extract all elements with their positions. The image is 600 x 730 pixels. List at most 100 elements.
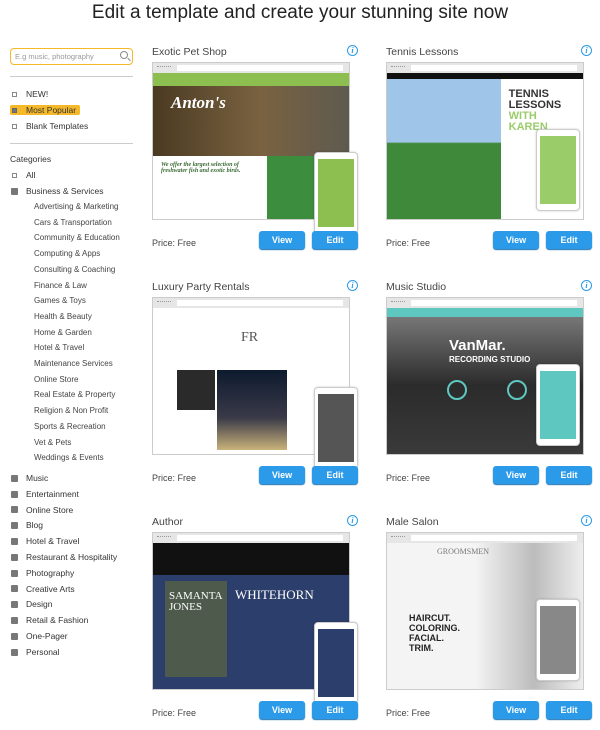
subcategory-item[interactable]: Real Estate & Property [34, 388, 115, 401]
expand-icon[interactable] [11, 490, 18, 498]
search-input[interactable]: E.g music, photography [10, 48, 133, 65]
subcategory-item[interactable]: Advertising & Marketing [34, 200, 118, 213]
expand-icon[interactable] [11, 506, 18, 514]
preview-tagline: We offer the largest selection of freshw… [153, 156, 267, 219]
subcategory-item[interactable]: Online Store [34, 373, 78, 386]
category-label: Design [26, 599, 53, 610]
info-icon[interactable]: i [581, 45, 592, 56]
category-label: Personal [26, 646, 60, 657]
expand-icon[interactable] [11, 585, 18, 593]
template-name: Author [152, 516, 183, 528]
edit-button[interactable]: Edit [546, 466, 592, 484]
category-item[interactable]: Design [10, 598, 52, 611]
info-icon[interactable]: i [347, 45, 358, 56]
category-label: Photography [26, 567, 75, 578]
preview-brand: GROOMSMEN [437, 547, 490, 556]
checkbox-icon [12, 172, 17, 178]
subcategory-item[interactable]: Sports & Recreation [34, 420, 106, 433]
subcategory-item[interactable]: Weddings & Events [34, 451, 104, 464]
mobile-preview [536, 364, 580, 446]
price-label: Price: Free [152, 708, 197, 718]
checkbox-icon [12, 107, 17, 113]
subcategory-item[interactable]: Vet & Pets [34, 436, 71, 449]
view-button[interactable]: View [493, 466, 539, 484]
category-item[interactable]: Retail & Fashion [10, 614, 88, 627]
preview-brand: FR [241, 330, 259, 345]
subcategory-item[interactable]: Games & Toys [34, 294, 86, 307]
expand-icon[interactable] [11, 601, 18, 609]
view-button[interactable]: View [493, 701, 539, 719]
expand-icon[interactable] [11, 616, 18, 624]
view-button[interactable]: View [259, 466, 305, 484]
subcategory-item[interactable]: Consulting & Coaching [34, 263, 115, 276]
subcategory-item[interactable]: Religion & Non Profit [34, 404, 108, 417]
filter-item[interactable]: Blank Templates [10, 120, 88, 133]
category-item[interactable]: Restaurant & Hospitality [10, 551, 117, 564]
expand-icon[interactable] [11, 522, 18, 530]
info-icon[interactable]: i [347, 280, 358, 291]
category-label: Creative Arts [26, 583, 75, 594]
browser-bar [387, 63, 583, 73]
subcategory-item[interactable]: Home & Garden [34, 326, 92, 339]
edit-button[interactable]: Edit [312, 466, 358, 484]
expand-icon[interactable] [11, 474, 18, 482]
price-label: Price: Free [152, 473, 197, 483]
subcategory-item[interactable]: Cars & Transportation [34, 216, 112, 229]
category-item[interactable]: Entertainment [10, 488, 79, 501]
subcategory-item[interactable]: Maintenance Services [34, 357, 113, 370]
category-item[interactable]: Online Store [10, 504, 73, 517]
mobile-preview [314, 387, 358, 469]
preview-brand: Anton's [171, 93, 226, 112]
category-label: Retail & Fashion [26, 615, 89, 626]
edit-button[interactable]: Edit [312, 231, 358, 249]
view-button[interactable]: View [259, 231, 305, 249]
template-name: Luxury Party Rentals [152, 281, 250, 293]
expand-icon[interactable] [11, 648, 18, 656]
category-business-services[interactable]: Business & Services [10, 185, 103, 198]
divider [10, 143, 133, 144]
filter-label: Blank Templates [26, 121, 89, 131]
category-label: All [26, 170, 36, 180]
category-item[interactable]: Music [10, 472, 48, 485]
expand-icon[interactable] [11, 569, 18, 577]
subcategory-item[interactable]: Finance & Law [34, 279, 87, 292]
category-item[interactable]: Personal [10, 646, 60, 659]
expand-icon[interactable] [11, 537, 18, 545]
edit-button[interactable]: Edit [312, 701, 358, 719]
category-label: Online Store [26, 504, 74, 515]
filter-wrap: Most Popular [10, 105, 81, 115]
info-icon[interactable]: i [347, 515, 358, 526]
category-item[interactable]: Blog [10, 519, 43, 532]
expand-icon[interactable] [11, 632, 18, 640]
preview-tagline: HAIRCUT. COLORING. FACIAL. TRIM. [409, 613, 460, 653]
price-label: Price: Free [386, 473, 431, 483]
collapse-icon[interactable] [11, 187, 18, 195]
info-icon[interactable]: i [581, 280, 592, 291]
category-item[interactable]: Hotel & Travel [10, 535, 79, 548]
edit-button[interactable]: Edit [546, 231, 592, 249]
view-button[interactable]: View [493, 231, 539, 249]
subcategory-item[interactable]: Health & Beauty [34, 310, 92, 323]
template-name: Male Salon [386, 516, 439, 528]
category-label: Entertainment [26, 488, 79, 499]
info-icon[interactable]: i [581, 515, 592, 526]
mobile-preview [536, 129, 580, 211]
subcategory-item[interactable]: Community & Education [34, 231, 120, 244]
filter-item[interactable]: Most Popular [10, 104, 81, 117]
categories-heading: Categories [10, 154, 52, 164]
price-label: Price: Free [152, 238, 197, 248]
filter-item[interactable]: NEW! [10, 88, 48, 101]
expand-icon[interactable] [11, 553, 18, 561]
category-item[interactable]: Creative Arts [10, 583, 75, 596]
search-icon[interactable] [120, 51, 128, 59]
category-item[interactable]: Photography [10, 567, 74, 580]
mobile-preview [314, 622, 358, 704]
category-all[interactable]: All [10, 169, 35, 182]
view-button[interactable]: View [259, 701, 305, 719]
category-label: One-Pager [26, 631, 68, 641]
category-label: Hotel & Travel [26, 536, 80, 547]
subcategory-item[interactable]: Computing & Apps [34, 247, 100, 260]
edit-button[interactable]: Edit [546, 701, 592, 719]
subcategory-item[interactable]: Hotel & Travel [34, 341, 84, 354]
category-item[interactable]: One-Pager [10, 630, 68, 643]
